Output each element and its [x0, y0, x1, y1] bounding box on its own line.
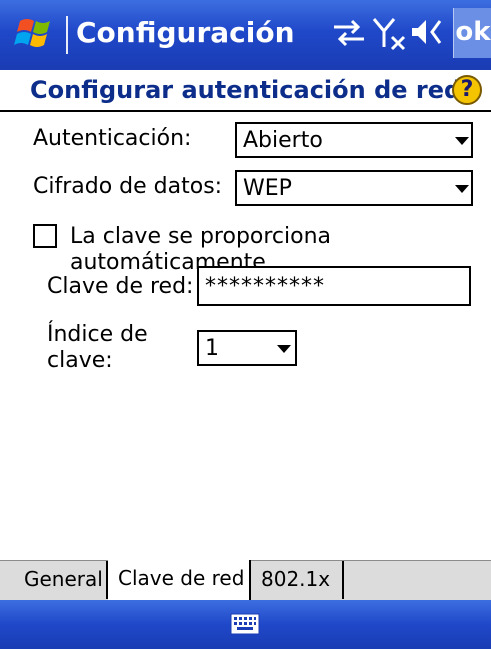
- tab-802-1x[interactable]: 802.1x: [251, 561, 344, 599]
- title-bar: Configuración ok: [0, 0, 491, 70]
- signal-off-icon[interactable]: [372, 15, 408, 53]
- keyboard-icon[interactable]: [230, 612, 260, 636]
- key-index-label-line2: clave:: [47, 348, 113, 373]
- page-header: Configurar autenticación de red ?: [0, 70, 491, 110]
- app-title: Configuración: [76, 16, 295, 49]
- connectivity-icon[interactable]: [330, 15, 368, 49]
- encryption-label: Cifrado de datos:: [33, 174, 223, 199]
- key-index-label-line1: Índice de: [47, 322, 148, 347]
- tab-bar: General Clave de red 802.1x: [0, 560, 491, 601]
- network-key-input[interactable]: **********: [197, 266, 471, 306]
- windows-start-icon[interactable]: [14, 13, 58, 57]
- network-key-value: **********: [205, 274, 325, 299]
- chevron-down-icon: [455, 137, 469, 145]
- help-icon[interactable]: ?: [452, 75, 482, 105]
- network-key-label: Clave de red:: [47, 274, 194, 299]
- page-title: Configurar autenticación de red: [30, 76, 462, 104]
- auto-key-checkbox[interactable]: [33, 224, 57, 248]
- speaker-icon[interactable]: [410, 15, 448, 49]
- auth-label: Autenticación:: [33, 126, 192, 151]
- menu-bar: [0, 600, 491, 649]
- key-index-dropdown[interactable]: 1: [197, 330, 297, 366]
- tab-general[interactable]: General: [14, 561, 108, 599]
- header-divider: [0, 110, 491, 112]
- key-index-value: 1: [205, 336, 219, 361]
- chevron-down-icon: [455, 185, 469, 193]
- encryption-dropdown[interactable]: WEP: [235, 170, 473, 206]
- auth-dropdown[interactable]: Abierto: [235, 122, 473, 158]
- encryption-value: WEP: [243, 176, 292, 201]
- title-separator: [66, 16, 68, 54]
- chevron-down-icon: [277, 345, 291, 353]
- auth-value: Abierto: [243, 128, 323, 153]
- tab-clave-de-red[interactable]: Clave de red: [108, 560, 251, 600]
- ok-button[interactable]: ok: [453, 8, 491, 58]
